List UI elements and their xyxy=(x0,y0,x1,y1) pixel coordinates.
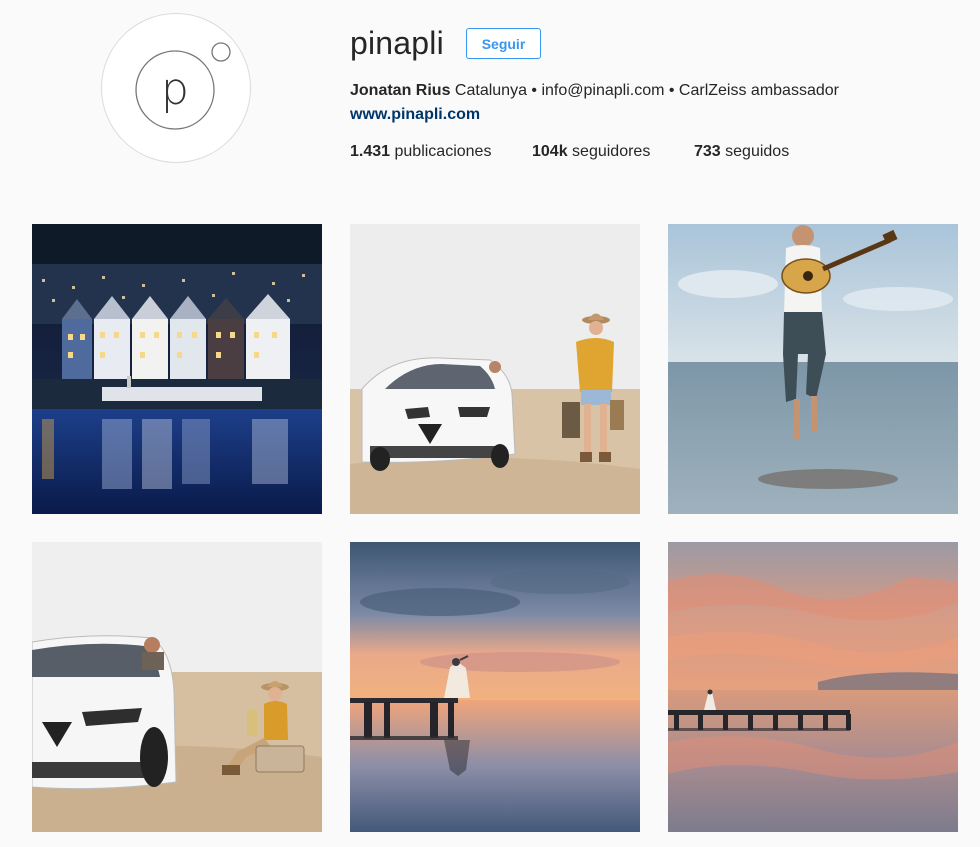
followers-count: 104k xyxy=(532,143,568,160)
posts-label: publicaciones xyxy=(390,143,492,160)
profile-full-name: Jonatan Rius xyxy=(350,82,451,99)
followers-label: seguidores xyxy=(567,143,651,160)
post-thumbnail[interactable] xyxy=(668,542,958,832)
profile-username: pinapli xyxy=(350,25,444,61)
harbor-town-night-image xyxy=(32,224,322,514)
post-thumbnail[interactable] xyxy=(350,542,640,832)
post-thumbnail[interactable] xyxy=(32,542,322,832)
posts-count: 1.431 xyxy=(350,143,391,160)
post-thumbnail[interactable] xyxy=(32,224,322,514)
post-thumbnail[interactable] xyxy=(668,224,958,514)
followers-stat[interactable]: 104k seguidores xyxy=(532,142,650,162)
profile-avatar[interactable]: p xyxy=(101,13,251,163)
following-count: 733 xyxy=(694,143,721,160)
pier-sunset-reflection-image xyxy=(668,542,958,832)
profile-website-link[interactable]: www.pinapli.com xyxy=(350,105,480,125)
pinapli-logo-icon: p xyxy=(135,42,231,130)
posts-count-stat: 1.431 publicaciones xyxy=(350,142,491,162)
woman-pier-sunset-image xyxy=(350,542,640,832)
following-label: seguidos xyxy=(720,143,790,160)
following-stat[interactable]: 733 seguidos xyxy=(694,142,789,162)
profile-bio-text: Catalunya • info@pinapli.com • CarlZeiss… xyxy=(450,82,839,99)
man-guitar-jumping-image xyxy=(668,224,958,514)
post-thumbnail[interactable] xyxy=(350,224,640,514)
follow-button[interactable]: Seguir xyxy=(466,28,541,59)
profile-bio: Jonatan Rius Catalunya • info@pinapli.co… xyxy=(350,81,839,101)
avatar-letter: p xyxy=(161,64,189,115)
white-car-woman-sitting-image xyxy=(32,542,322,832)
white-car-woman-beach-image xyxy=(350,224,640,514)
